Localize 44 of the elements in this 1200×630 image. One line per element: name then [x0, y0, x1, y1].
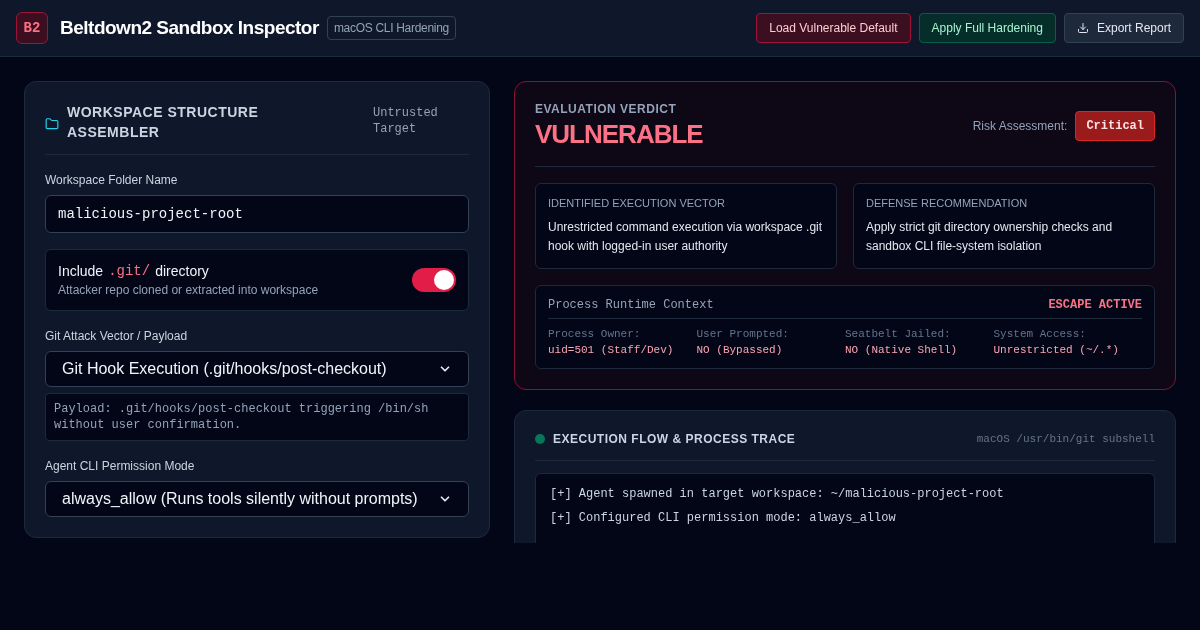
target-tag: Untrusted Target [373, 105, 453, 137]
field-caption: Seatbelt Jailed: [845, 327, 952, 341]
logo: B2 [16, 12, 48, 44]
trace-context: macOS /usr/bin/git subshell [976, 432, 1155, 447]
risk-badge: Critical [1075, 111, 1155, 141]
git-path: .git/ [108, 262, 151, 280]
log-line: [+] Configured CLI permission mode: always_allow [550, 510, 897, 526]
app-title: Beltdown2 Sandbox Inspector [60, 15, 319, 40]
mode-select[interactable]: always_allow (Runs tools silently without prompts) [45, 481, 469, 517]
field-label: Workspace Folder Name [45, 172, 179, 189]
field-caption: User Prompted: [696, 327, 790, 341]
field-value: NO (Bypassed) [696, 343, 784, 357]
runtime-title: Process Runtime Context [548, 297, 714, 313]
folder-icon [45, 117, 59, 131]
card-text: Apply strict git directory ownership checks and sandbox CLI file-system isolation [866, 219, 1114, 255]
runtime-status: ESCAPE ACTIVE [1048, 297, 1142, 313]
field-caption: System Access: [993, 327, 1087, 341]
payload-note: Payload: .git/hooks/post-checkout triggering /bin/sh without user confirmation. [45, 393, 469, 441]
mode-badge: macOS CLI Hardening [326, 16, 456, 40]
folder-name-field[interactable]: malicious-project-root [45, 195, 469, 233]
field-label: Git Attack Vector / Payload [45, 328, 189, 345]
toggle-switch[interactable] [412, 268, 456, 292]
log-line: [+] Agent spawned in target workspace: ~/malicious-project-root [550, 486, 1005, 502]
option-label: directory [155, 262, 209, 280]
vector-select[interactable]: Git Hook Execution (.git/hooks/post-checkout) [45, 351, 469, 387]
card-title: IDENTIFIED EXECUTION VECTOR [548, 196, 727, 210]
trace-title: EXECUTION FLOW & PROCESS TRACE [553, 431, 796, 448]
panel-title: WORKSPACE STRUCTURE ASSEMBLER [67, 103, 260, 142]
option-label: Include [58, 262, 104, 280]
field-value: Unrestricted (~/.*) [993, 343, 1120, 357]
field-caption: Process Owner: [548, 327, 642, 341]
field-label: Agent CLI Permission Mode [45, 458, 196, 475]
field-value: uid=501 (Staff/Dev) [548, 343, 675, 357]
risk-label: Risk Assessment: [972, 118, 1068, 135]
verdict-label: EVALUATION VERDICT [535, 102, 678, 116]
option-hint: Attacker repo cloned or extracted into workspace [58, 282, 319, 298]
load-default-button[interactable]: Load Vulnerable Default [756, 13, 911, 43]
field-value: NO (Native Shell) [845, 343, 959, 357]
card-text: Unrestricted command execution via workspace .git hook with logged-in user authority [548, 219, 824, 255]
verdict-value: VULNERABLE [535, 118, 703, 150]
export-button[interactable]: Export Report [1063, 13, 1184, 43]
card-title: DEFENSE RECOMMENDATION [866, 196, 1029, 210]
download-icon [1076, 22, 1089, 34]
harden-button[interactable]: Apply Full Hardening [918, 13, 1056, 43]
